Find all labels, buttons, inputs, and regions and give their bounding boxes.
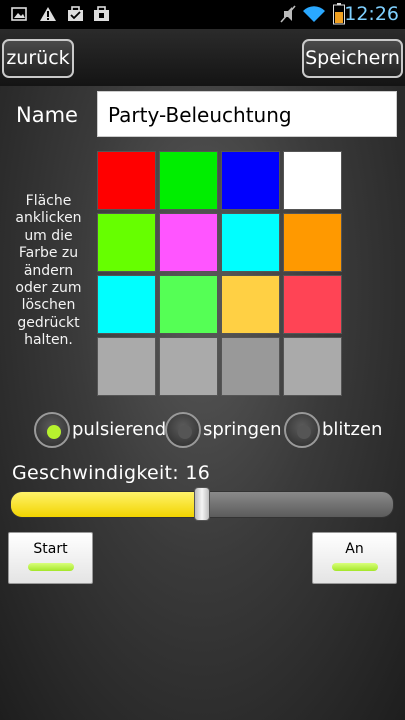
radio-button[interactable] — [165, 412, 201, 448]
color-swatch[interactable] — [97, 275, 156, 334]
save-button[interactable]: Speichern — [302, 39, 403, 78]
color-swatch[interactable] — [221, 213, 280, 272]
image-icon — [11, 7, 27, 21]
radio-button[interactable] — [284, 412, 320, 448]
radio-label-springen: springen — [203, 419, 282, 440]
briefcase-check-icon — [68, 6, 83, 21]
name-label: Name — [16, 103, 78, 127]
radio-dot — [47, 425, 61, 439]
radio-dot — [178, 425, 192, 439]
color-swatch[interactable] — [97, 151, 156, 210]
mute-icon — [280, 5, 296, 23]
start-button-label: Start — [33, 541, 68, 557]
color-swatch[interactable] — [221, 151, 280, 210]
name-input[interactable]: Party-Beleuchtung — [97, 91, 397, 137]
on-indicator — [331, 563, 378, 571]
on-button[interactable]: An — [312, 532, 397, 584]
radio-springen[interactable]: springen — [165, 412, 282, 448]
radio-pulsierend[interactable]: pulsierend — [34, 412, 166, 448]
color-swatch[interactable] — [159, 213, 218, 272]
radio-label-blitzen: blitzen — [322, 419, 383, 440]
action-bar: zurück Speichern — [0, 29, 405, 86]
back-button[interactable]: zurück — [2, 39, 74, 78]
color-swatch[interactable] — [283, 213, 342, 272]
clock: 12:26 — [344, 3, 399, 25]
start-indicator — [27, 563, 74, 571]
color-grid — [97, 151, 343, 396]
on-button-label: An — [345, 541, 364, 557]
color-swatch[interactable] — [283, 275, 342, 334]
color-swatch[interactable] — [221, 337, 280, 396]
radio-label-pulsierend: pulsierend — [72, 419, 167, 440]
radio-button[interactable] — [34, 412, 70, 448]
radio-blitzen[interactable]: blitzen — [284, 412, 383, 448]
color-swatch[interactable] — [97, 337, 156, 396]
speed-label: Geschwindigkeit: 16 — [12, 462, 211, 484]
battery-icon — [333, 3, 345, 25]
start-button[interactable]: Start — [8, 532, 93, 584]
briefcase-icon — [94, 6, 109, 21]
color-swatch[interactable] — [221, 275, 280, 334]
color-hint-text: Fläche anklicken um die Farbe zu ändern … — [15, 193, 82, 349]
warning-icon — [40, 7, 56, 21]
slider-fill — [11, 492, 203, 517]
color-swatch[interactable] — [159, 275, 218, 334]
slider-thumb[interactable] — [194, 487, 210, 521]
wifi-icon — [303, 6, 325, 22]
radio-dot — [297, 425, 311, 439]
color-swatch[interactable] — [283, 151, 342, 210]
color-swatch[interactable] — [97, 213, 156, 272]
color-swatch[interactable] — [159, 151, 218, 210]
status-bar: 12:26 — [0, 0, 405, 29]
color-swatch[interactable] — [283, 337, 342, 396]
color-swatch[interactable] — [159, 337, 218, 396]
